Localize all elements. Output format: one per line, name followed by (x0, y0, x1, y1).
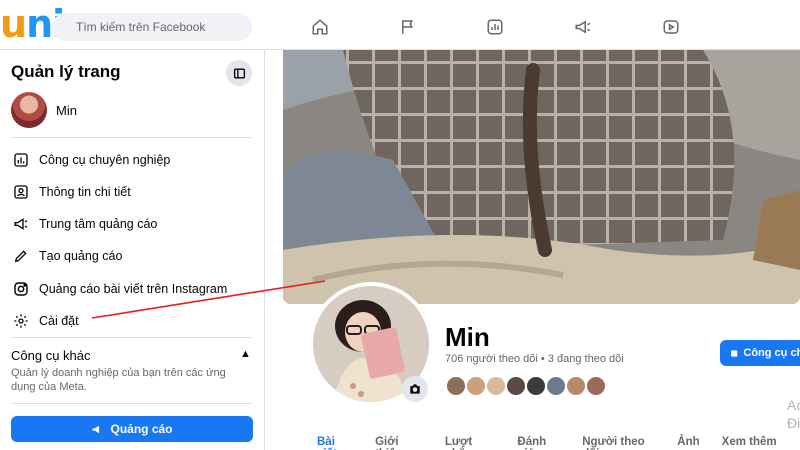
sidebar-item-settings[interactable]: Cài đặt (11, 309, 79, 333)
activate-windows-watermark: Ac Đi (787, 396, 800, 432)
sidebar-collapse-icon[interactable] (226, 60, 252, 86)
follower-avatar[interactable] (485, 375, 507, 397)
megaphone-icon (11, 214, 31, 234)
follower-avatar[interactable] (465, 375, 487, 397)
megaphone-icon (93, 425, 100, 433)
follower-avatar[interactable] (545, 375, 567, 397)
promote-button[interactable]: Quảng cáo (11, 416, 253, 442)
sidebar-title: Quản lý trang (11, 62, 121, 81)
tab-photos[interactable]: Ảnh (677, 436, 699, 450)
insights-icon[interactable] (475, 12, 515, 42)
sidebar-item-insights[interactable]: Thông tin chi tiết (11, 180, 131, 204)
watermark-line: Ac (787, 397, 800, 413)
home-icon[interactable] (300, 12, 340, 42)
tab-mentions[interactable]: Lượt nhắc (445, 436, 496, 450)
tab-followers[interactable]: Người theo dõi (582, 436, 655, 450)
page-profile-row[interactable]: Min (11, 92, 77, 128)
flag-icon[interactable] (388, 12, 428, 42)
other-tools-description: Quản lý doanh nghiệp của bạn trên các ứn… (11, 367, 226, 393)
follower-avatars[interactable] (445, 375, 607, 397)
tab-more[interactable]: Xem thêm ▾ (722, 436, 778, 450)
megaphone-icon[interactable] (563, 12, 603, 42)
divider (11, 403, 252, 404)
follower-avatar[interactable] (585, 375, 607, 397)
sidebar-item-create-ad[interactable]: Tạo quảng cáo (11, 244, 122, 268)
follower-avatar[interactable] (525, 375, 547, 397)
manage-page-sidebar: Quản lý trang Min Công cụ chuyên nghiệp … (0, 50, 265, 450)
page-tabs: Bài viết Giới thiệu Lượt nhắc Đánh giá N… (317, 436, 800, 450)
gear-icon (11, 311, 31, 331)
professional-tools-button[interactable]: Công cụ chu (720, 340, 800, 366)
profile-name: Min (56, 102, 77, 118)
chevron-up-icon[interactable]: ▲ (240, 348, 251, 360)
follower-avatar[interactable] (505, 375, 527, 397)
top-bar: unica Tìm kiếm trên Facebook (0, 0, 800, 50)
page-title: Min (445, 322, 490, 352)
instagram-icon (11, 279, 31, 299)
sidebar-item-ad-center[interactable]: Trung tâm quảng cáo (11, 212, 157, 236)
tab-about[interactable]: Giới thiệu (375, 436, 423, 450)
followers-count[interactable]: 706 người theo dõi • 3 đang theo dõi (445, 353, 624, 365)
pencil-icon (11, 246, 31, 266)
avatar (11, 92, 47, 128)
tab-posts[interactable]: Bài viết (317, 436, 353, 450)
divider (11, 337, 252, 338)
insights-icon (11, 182, 31, 202)
divider (11, 137, 252, 138)
bar-chart-icon (731, 349, 738, 357)
camera-icon[interactable] (402, 376, 428, 402)
sidebar-item-instagram-ads[interactable]: Quảng cáo bài viết trên Instagram (11, 277, 227, 301)
follower-avatar[interactable] (565, 375, 587, 397)
tab-reviews[interactable]: Đánh giá (517, 436, 560, 450)
watermark-line: Đi (787, 415, 800, 431)
other-tools-title[interactable]: Công cụ khác (11, 348, 91, 363)
video-icon[interactable] (651, 12, 691, 42)
follower-avatar[interactable] (445, 375, 467, 397)
search-input[interactable]: Tìm kiếm trên Facebook (52, 13, 252, 41)
sidebar-item-professional-tools[interactable]: Công cụ chuyên nghiệp (11, 148, 170, 172)
cover-photo[interactable] (283, 50, 800, 304)
bar-chart-icon (11, 150, 31, 170)
page-main: Min 706 người theo dõi • 3 đang theo dõi… (265, 50, 800, 450)
